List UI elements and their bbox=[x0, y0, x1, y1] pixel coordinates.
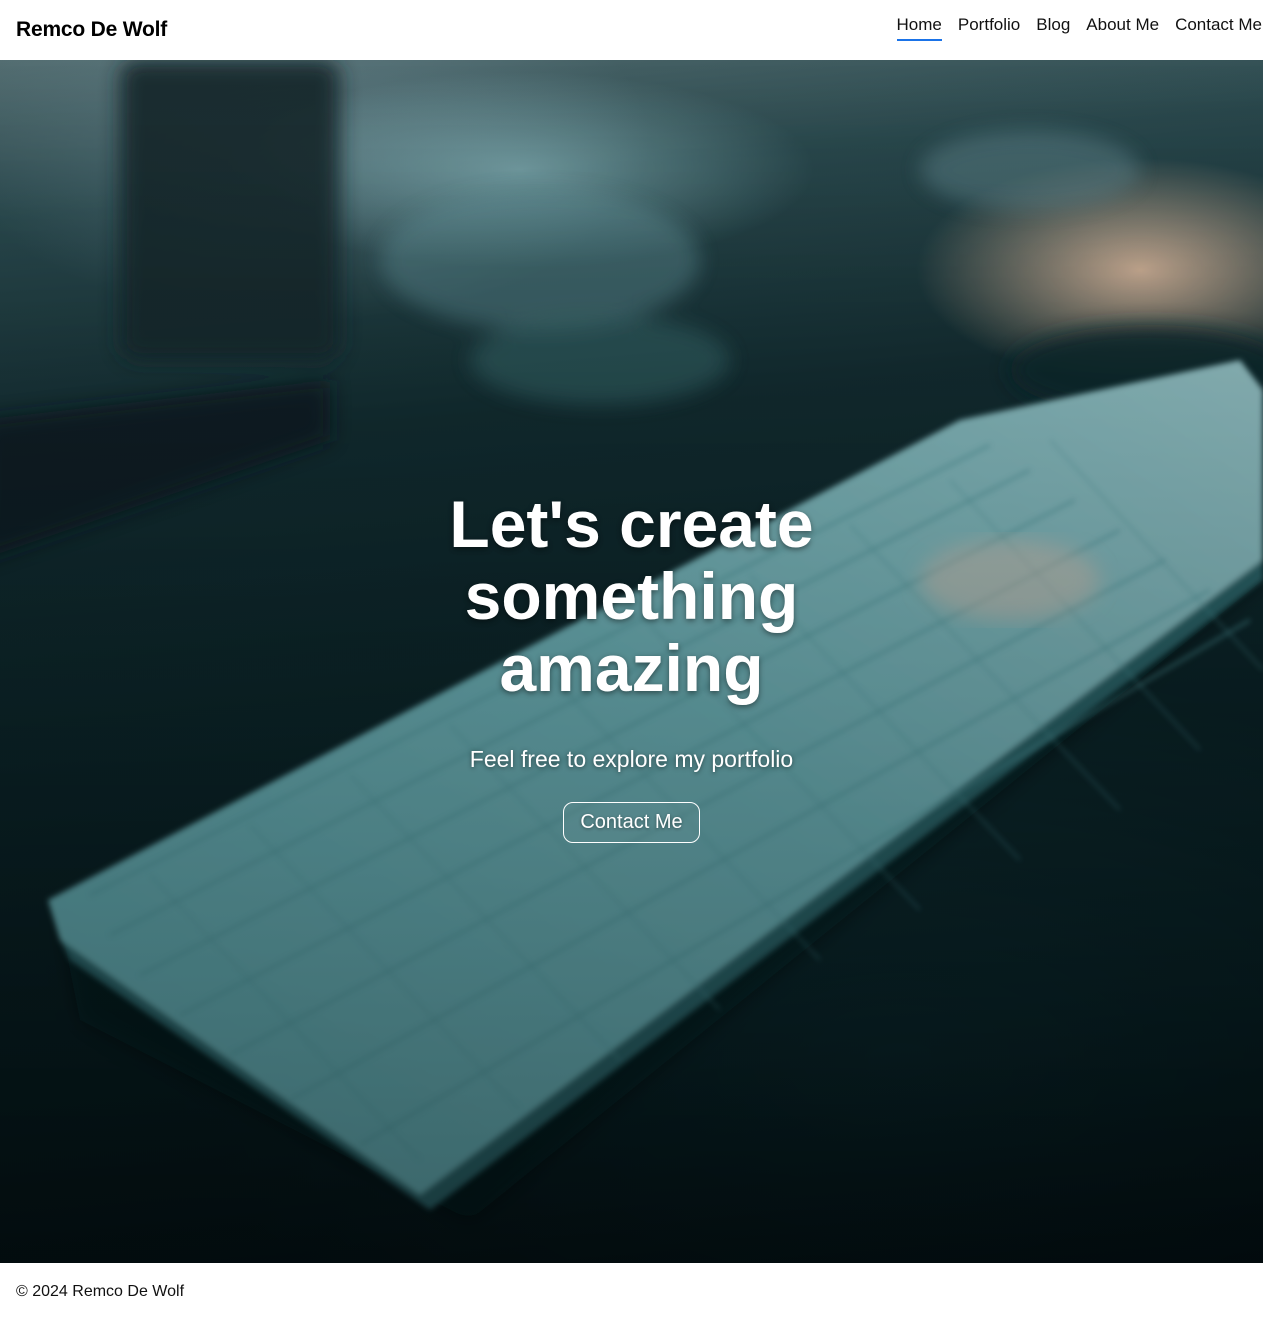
site-header: Remco De Wolf Home Portfolio Blog About … bbox=[0, 0, 1263, 60]
main-nav: Home Portfolio Blog About Me Contact Me bbox=[896, 0, 1263, 60]
copyright-text: © 2024 Remco De Wolf bbox=[16, 1282, 185, 1300]
hero-content: Let's create something amazing Feel free… bbox=[0, 488, 1263, 843]
nav-item-home[interactable]: Home bbox=[896, 15, 942, 41]
contact-me-button[interactable]: Contact Me bbox=[563, 802, 700, 843]
hero-title: Let's create something amazing bbox=[449, 487, 814, 705]
nav-item-contact-me[interactable]: Contact Me bbox=[1175, 15, 1262, 41]
site-brand[interactable]: Remco De Wolf bbox=[16, 18, 167, 42]
nav-item-about-me[interactable]: About Me bbox=[1086, 15, 1159, 41]
site-footer: © 2024 Remco De Wolf bbox=[0, 1263, 1263, 1320]
nav-item-portfolio[interactable]: Portfolio bbox=[958, 15, 1020, 41]
hero-section: Let's create something amazing Feel free… bbox=[0, 60, 1263, 1263]
nav-item-blog[interactable]: Blog bbox=[1036, 15, 1070, 41]
hero-subtitle: Feel free to explore my portfolio bbox=[469, 746, 794, 772]
